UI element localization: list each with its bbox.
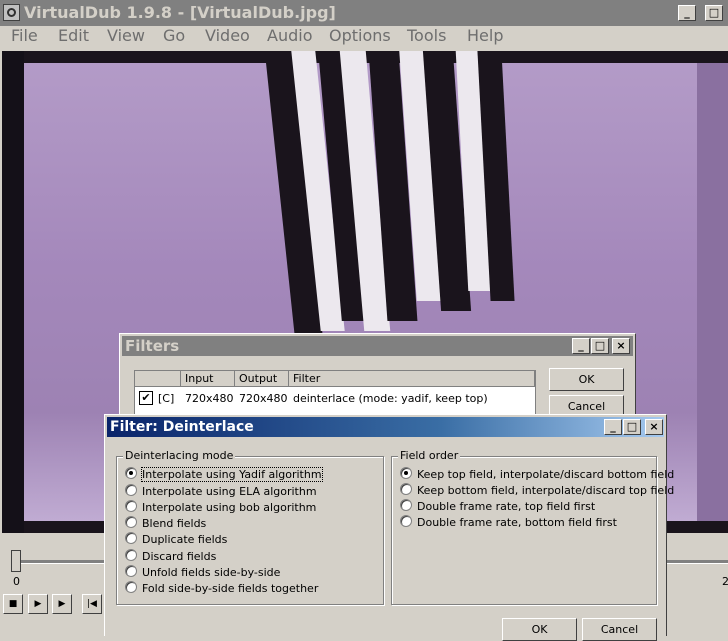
col-header-enabled[interactable] <box>135 371 181 387</box>
menu-view[interactable]: View <box>107 26 145 48</box>
radio-icon[interactable] <box>125 549 137 561</box>
mode-discard[interactable]: Discard fields <box>125 549 216 565</box>
timeline-start-label: 0 <box>13 575 20 588</box>
radio-icon[interactable] <box>400 499 412 511</box>
mode-unfold[interactable]: Unfold fields side-by-side <box>125 565 280 581</box>
mode-discard-label: Discard fields <box>142 550 217 563</box>
main-title-bar[interactable]: VirtualDub 1.9.8 - [VirtualDub.jpg] _ □ <box>0 0 728 26</box>
menu-help[interactable]: Help <box>467 26 503 48</box>
filters-ok-button[interactable]: OK <box>549 368 624 391</box>
radio-icon[interactable] <box>125 532 137 544</box>
play-output-button[interactable]: ▶ <box>52 594 72 614</box>
field-keep-top-label: Keep top field, interpolate/discard bott… <box>417 468 675 481</box>
mode-duplicate[interactable]: Duplicate fields <box>125 532 227 548</box>
filters-list[interactable]: Input Output Filter ✔ [C] 720x480 720x48… <box>134 370 536 420</box>
menu-bar: File Edit View Go Video Audio Options To… <box>0 26 728 50</box>
play-input-button[interactable]: ▶ <box>28 594 48 614</box>
col-header-input[interactable]: Input <box>181 371 235 387</box>
mode-ela-label: Interpolate using ELA algorithm <box>142 485 317 498</box>
filters-close-button[interactable]: × <box>612 338 630 354</box>
filter-input-size: 720x480 <box>185 392 234 405</box>
deinterlace-minimize-button[interactable]: _ <box>604 419 622 435</box>
deinterlace-dialog: Filter: Deinterlace _ □ × Deinterlacing … <box>104 414 674 641</box>
deinterlace-cancel-button[interactable]: Cancel <box>582 618 657 641</box>
minimize-button[interactable]: _ <box>678 5 696 21</box>
col-header-output[interactable]: Output <box>235 371 289 387</box>
field-keep-bottom-label: Keep bottom field, interpolate/discard t… <box>417 484 675 497</box>
mode-fold[interactable]: Fold side-by-side fields together <box>125 581 318 597</box>
mode-blend-label: Blend fields <box>142 517 207 530</box>
menu-options[interactable]: Options <box>329 26 391 48</box>
radio-icon[interactable] <box>125 467 137 479</box>
mode-ela[interactable]: Interpolate using ELA algorithm <box>125 484 317 500</box>
mode-duplicate-label: Duplicate fields <box>142 533 228 546</box>
menu-tools[interactable]: Tools <box>407 26 446 48</box>
app-icon[interactable] <box>3 4 20 21</box>
radio-icon[interactable] <box>125 516 137 528</box>
menu-video[interactable]: Video <box>205 26 250 48</box>
deinterlace-title-bar[interactable]: Filter: Deinterlace _ □ × <box>107 417 664 437</box>
deinterlacing-mode-group: Deinterlacing mode Interpolate using Yad… <box>116 449 384 605</box>
field-double-bottom[interactable]: Double frame rate, bottom field first <box>400 515 617 531</box>
filter-flag: [C] <box>158 392 175 405</box>
radio-icon[interactable] <box>400 515 412 527</box>
filters-title-bar[interactable]: Filters _ □ × <box>122 336 633 356</box>
radio-icon[interactable] <box>125 565 137 577</box>
enabled-checkbox[interactable]: ✔ <box>139 391 153 405</box>
field-keep-top[interactable]: Keep top field, interpolate/discard bott… <box>400 467 674 483</box>
radio-icon[interactable] <box>125 484 137 496</box>
table-row[interactable]: ✔ [C] 720x480 720x480 deinterlace (mode:… <box>135 389 535 409</box>
mode-yadif[interactable]: Interpolate using Yadif algorithm <box>125 467 323 483</box>
radio-icon[interactable] <box>400 467 412 479</box>
deinterlace-maximize-button[interactable]: □ <box>623 419 641 435</box>
field-keep-bottom[interactable]: Keep bottom field, interpolate/discard t… <box>400 483 674 499</box>
field-order-label: Field order <box>398 449 461 462</box>
radio-icon[interactable] <box>125 581 137 593</box>
filter-name: deinterlace (mode: yadif, keep top) <box>293 392 488 405</box>
deinterlace-ok-button[interactable]: OK <box>502 618 577 641</box>
mode-blend[interactable]: Blend fields <box>125 516 206 532</box>
filters-dialog: Filters _ □ × Input Output Filter ✔ [C] … <box>119 333 636 423</box>
field-double-top[interactable]: Double frame rate, top field first <box>400 499 595 515</box>
filter-output-size: 720x480 <box>239 392 288 405</box>
stop-button[interactable]: ■ <box>3 594 23 614</box>
go-start-button[interactable]: |◀ <box>82 594 102 614</box>
video-left-border <box>2 51 24 533</box>
radio-icon[interactable] <box>400 483 412 495</box>
filters-title: Filters <box>125 337 180 355</box>
mode-bob-label: Interpolate using bob algorithm <box>142 501 317 514</box>
field-order-group: Field order Keep top field, interpolate/… <box>391 449 674 605</box>
filters-maximize-button[interactable]: □ <box>591 338 609 354</box>
col-header-filter[interactable]: Filter <box>289 371 535 387</box>
timeline-end-label: 2 <box>722 575 728 588</box>
menu-go[interactable]: Go <box>163 26 185 48</box>
mode-bob[interactable]: Interpolate using bob algorithm <box>125 500 316 516</box>
filters-minimize-button[interactable]: _ <box>572 338 590 354</box>
mode-unfold-label: Unfold fields side-by-side <box>142 566 281 579</box>
deinterlace-close-button[interactable]: × <box>645 419 663 435</box>
menu-file[interactable]: File <box>11 26 38 48</box>
deinterlacing-mode-label: Deinterlacing mode <box>123 449 236 462</box>
menu-edit[interactable]: Edit <box>58 26 89 48</box>
deinterlace-title: Filter: Deinterlace <box>110 419 254 435</box>
field-double-bottom-label: Double frame rate, bottom field first <box>417 516 617 529</box>
mode-fold-label: Fold side-by-side fields together <box>142 582 319 595</box>
radio-icon[interactable] <box>125 500 137 512</box>
maximize-button[interactable]: □ <box>705 5 723 21</box>
timeline-thumb[interactable] <box>11 550 21 572</box>
video-right-edge <box>697 63 728 533</box>
window-title: VirtualDub 1.9.8 - [VirtualDub.jpg] <box>24 3 336 22</box>
field-double-top-label: Double frame rate, top field first <box>417 500 596 513</box>
mode-yadif-label: Interpolate using Yadif algorithm <box>141 467 323 482</box>
menu-audio[interactable]: Audio <box>267 26 312 48</box>
